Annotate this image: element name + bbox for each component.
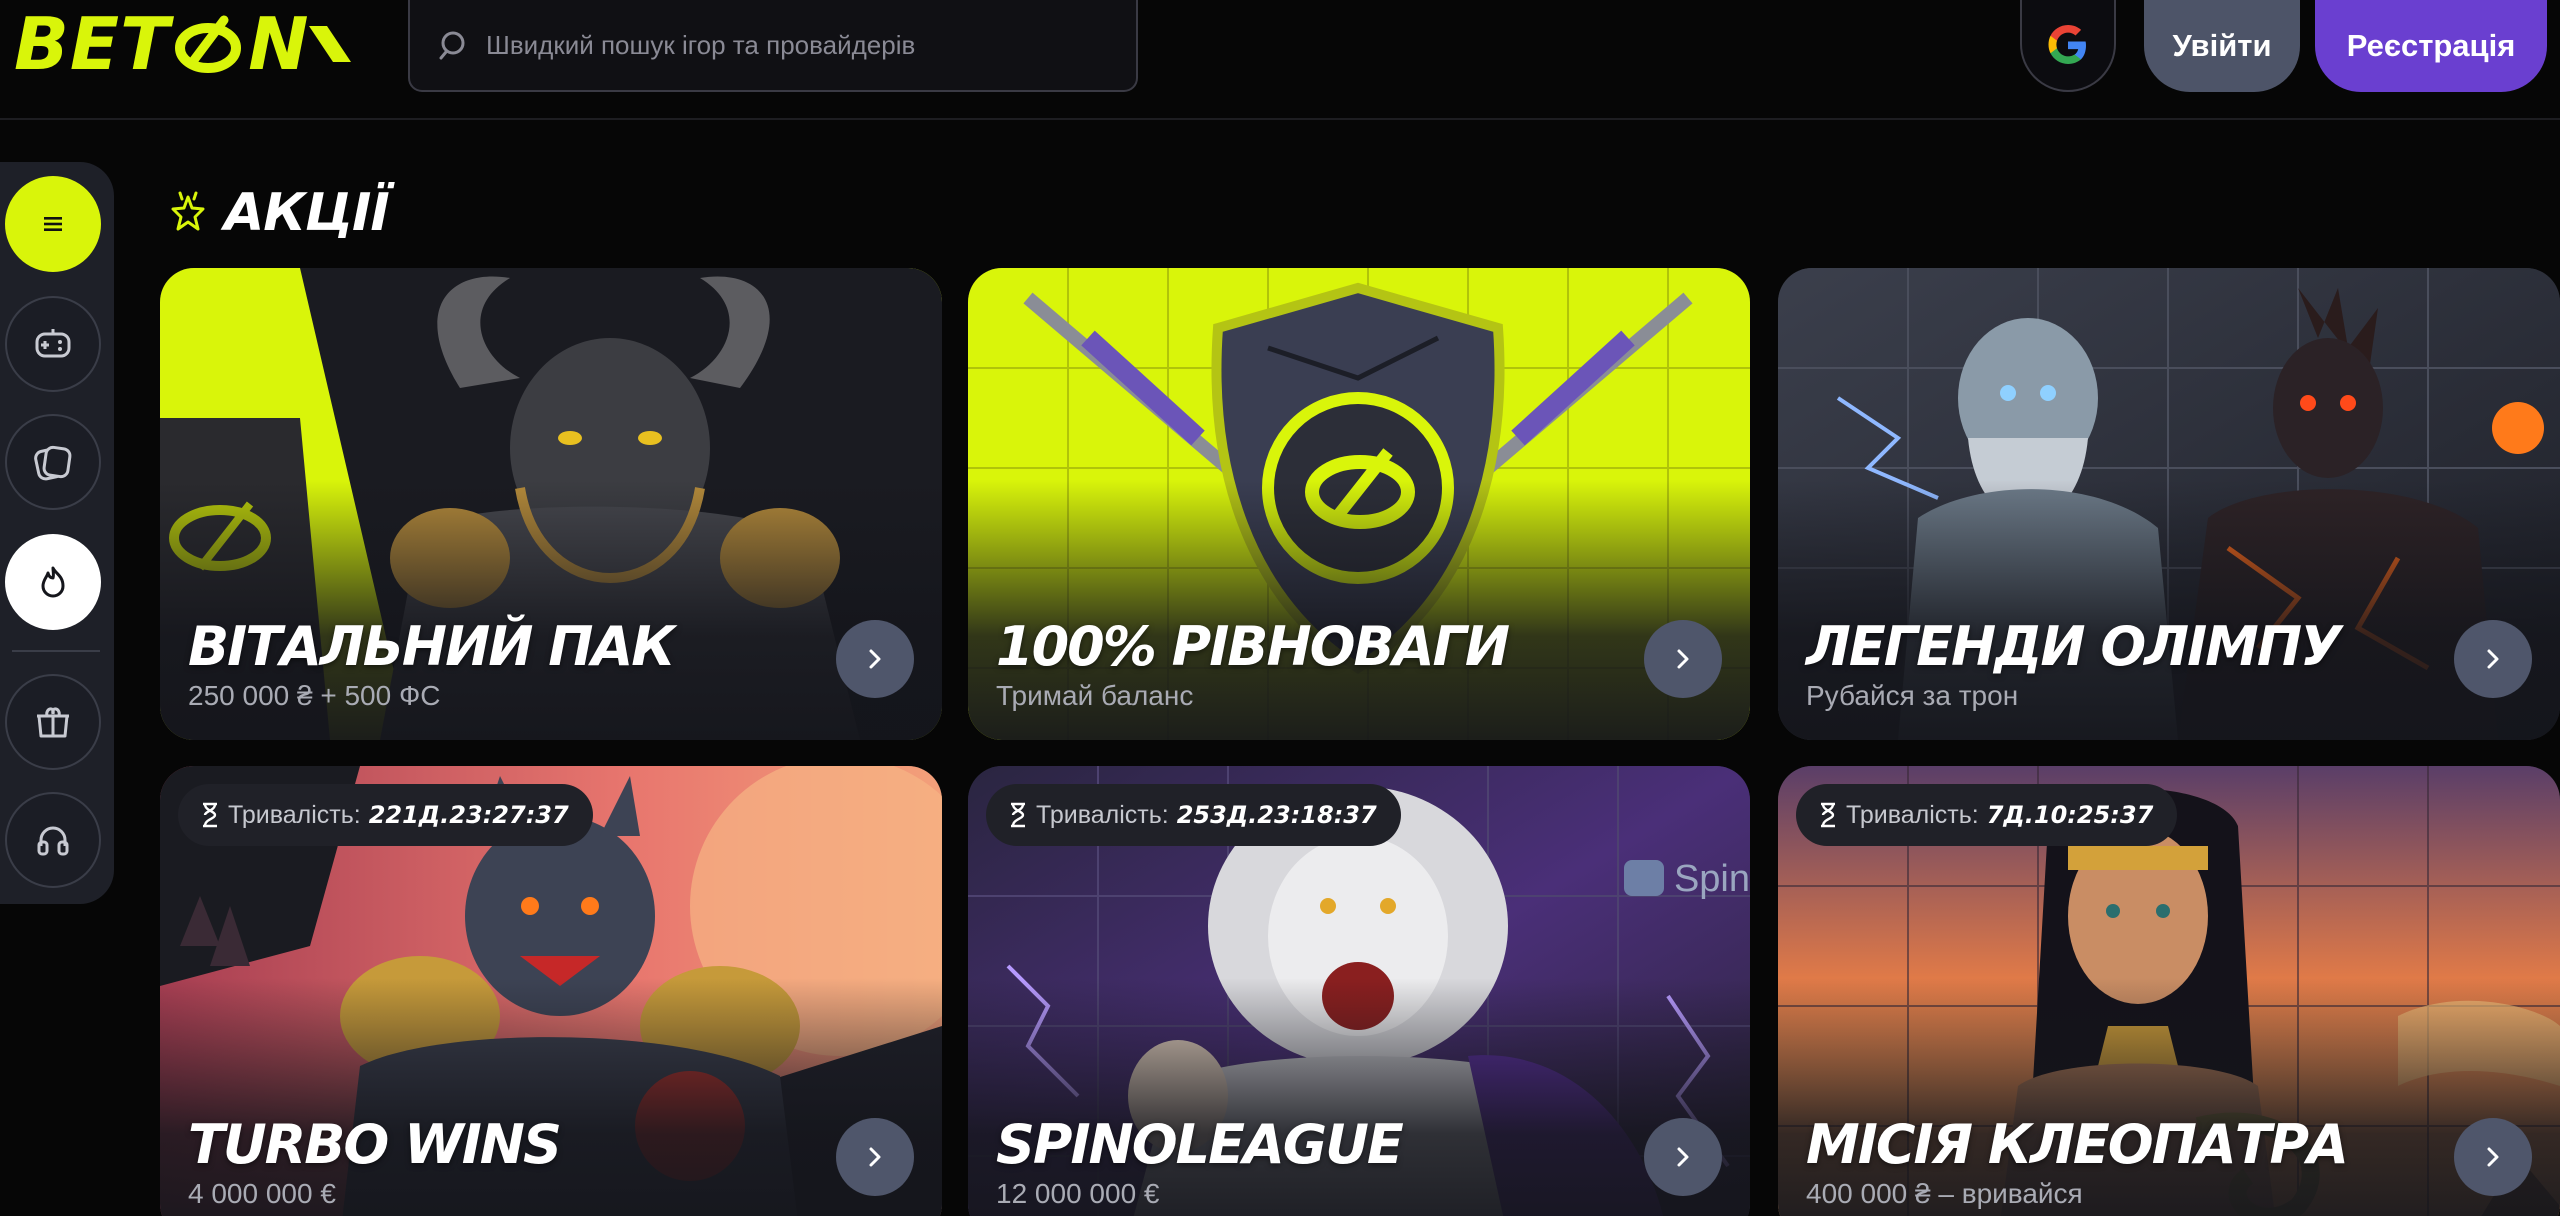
promo-card-spinoleague[interactable]: Spin Тривалість: 253Д.23:18:37 SPINOLEAG… xyxy=(968,766,1750,1216)
promo-open-button[interactable] xyxy=(2454,1118,2532,1196)
promo-title: TURBO WINS xyxy=(188,1113,562,1176)
sidebar-divider xyxy=(12,650,100,652)
sidebar-item-games[interactable] xyxy=(5,296,101,392)
promo-subtitle: 4 000 000 € xyxy=(188,1178,336,1209)
chevron-right-icon xyxy=(2487,649,2499,669)
promo-timer: Тривалість: 221Д.23:27:37 xyxy=(178,784,593,846)
promo-title: SPINOLEAGUE xyxy=(996,1113,1404,1176)
hourglass-icon xyxy=(203,802,217,828)
chevron-right-icon xyxy=(869,1147,881,1167)
promo-star-icon xyxy=(171,191,205,231)
google-login-button[interactable] xyxy=(2020,0,2116,92)
timer-label: Тривалість: xyxy=(1036,800,1169,829)
search-input[interactable] xyxy=(486,29,1136,61)
promo-subtitle: 400 000 ₴ – вривайся xyxy=(1806,1178,2083,1209)
logo-mark-icon xyxy=(175,15,242,73)
chevron-right-icon xyxy=(1677,649,1689,669)
timer-value: 7Д.10:25:37 xyxy=(1986,801,2154,829)
promo-open-button[interactable] xyxy=(1644,620,1722,698)
timer-label: Тривалість: xyxy=(228,800,361,829)
support-headset-icon xyxy=(37,826,69,856)
promo-card-turbo-wins[interactable]: Тривалість: 221Д.23:27:37 TURBO WINS 4 0… xyxy=(160,766,942,1216)
chevron-right-icon xyxy=(2487,1147,2499,1167)
timer-value: 253Д.23:18:37 xyxy=(1176,801,1377,829)
logo-text-right: N xyxy=(248,2,310,86)
section-header: АКЦІЇ xyxy=(170,178,390,248)
top-header: BET N Увійти Р xyxy=(0,0,2560,120)
fire-icon xyxy=(41,566,65,598)
logo-stripes-icon xyxy=(309,26,352,62)
promo-title: 100% РІВНОВАГИ xyxy=(996,615,1510,678)
promo-subtitle: Рубайся за трон xyxy=(1806,680,2019,711)
google-icon xyxy=(2048,25,2086,64)
promo-title: МІСІЯ КЛЕОПАТРА xyxy=(1806,1113,2349,1176)
gift-shop-icon xyxy=(37,707,69,738)
promo-subtitle: 12 000 000 € xyxy=(996,1178,1160,1209)
menu-icon xyxy=(44,217,62,231)
promo-subtitle: Тримай баланс xyxy=(996,680,1194,711)
promo-title: ЛЕГЕНДИ ОЛІМПУ xyxy=(1806,615,2342,678)
provider-logo: Spin xyxy=(1674,858,1750,901)
promo-card-balance[interactable]: 100% РІВНОВАГИ Тримай баланс xyxy=(968,268,1750,740)
timer-label: Тривалість: xyxy=(1846,800,1979,829)
promo-card-olympus[interactable]: ЛЕГЕНДИ ОЛІМПУ Рубайся за трон xyxy=(1778,268,2560,740)
promo-open-button[interactable] xyxy=(2454,620,2532,698)
promo-open-button[interactable] xyxy=(1644,1118,1722,1196)
promo-card-welcome[interactable]: ВІТАЛЬНИЙ ПАК 250 000 ₴ + 500 ФС xyxy=(160,268,942,740)
sidebar-item-support[interactable] xyxy=(5,792,101,888)
logo-text-left: BET xyxy=(14,2,171,86)
provider-logo-text: Spin xyxy=(1673,858,1750,900)
promo-open-button[interactable] xyxy=(836,620,914,698)
hourglass-icon xyxy=(1821,802,1835,828)
sidebar-item-shop[interactable] xyxy=(5,674,101,770)
login-button[interactable]: Увійти xyxy=(2144,0,2300,92)
promo-card-cleopatra[interactable]: Тривалість: 7Д.10:25:37 МІСІЯ КЛЕОПАТРА … xyxy=(1778,766,2560,1216)
gamepad-icon xyxy=(35,329,71,358)
search-icon xyxy=(439,31,465,60)
cards-icon xyxy=(34,445,72,481)
promo-title: ВІТАЛЬНИЙ ПАК xyxy=(188,615,675,678)
sidebar-menu-button[interactable] xyxy=(5,176,101,272)
left-sidebar xyxy=(0,162,114,904)
promo-open-button[interactable] xyxy=(836,1118,914,1196)
register-button[interactable]: Реєстрація xyxy=(2315,0,2547,92)
sidebar-item-promotions[interactable] xyxy=(5,534,101,630)
chevron-right-icon xyxy=(1677,1147,1689,1167)
promo-timer: Тривалість: 253Д.23:18:37 xyxy=(986,784,1401,846)
chevron-right-icon xyxy=(869,649,881,669)
hourglass-icon xyxy=(1011,802,1025,828)
timer-value: 221Д.23:27:37 xyxy=(368,801,569,829)
promo-timer: Тривалість: 7Д.10:25:37 xyxy=(1796,784,2178,846)
brand-logo[interactable]: BET N xyxy=(14,2,355,86)
promo-subtitle: 250 000 ₴ + 500 ФС xyxy=(188,680,441,711)
sidebar-item-live-casino[interactable] xyxy=(5,414,101,510)
search-bar[interactable] xyxy=(408,0,1138,92)
page-title: АКЦІЇ xyxy=(224,183,390,243)
